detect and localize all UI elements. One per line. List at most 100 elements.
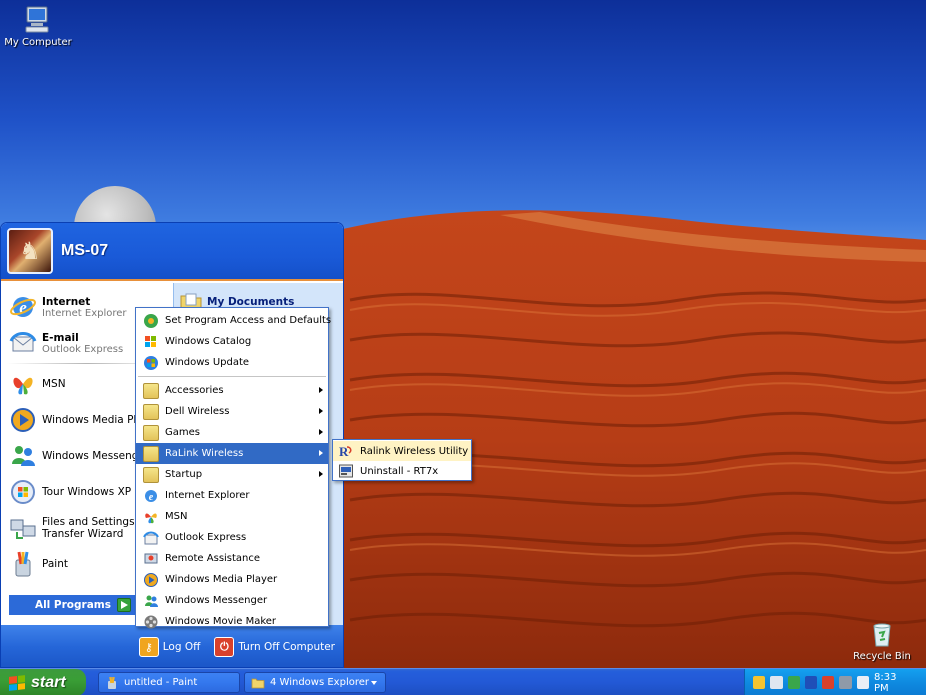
program-games[interactable]: Games (136, 422, 328, 443)
uninstall-rt7x-item[interactable]: Uninstall - RT7x (333, 461, 471, 481)
folder-icon (251, 678, 265, 688)
program-windows-media-player[interactable]: Windows Media Player (136, 569, 328, 590)
paint-icon (15, 551, 31, 577)
program-set-program-access[interactable]: Set Program Access and Defaults (136, 310, 332, 331)
program-label: Windows Messenger (165, 595, 268, 606)
program-group-icon (143, 403, 159, 420)
program-ralink-wireless[interactable]: RaLink Wireless (136, 443, 328, 464)
pinned-subtitle: Outlook Express (42, 343, 124, 355)
program-label: Dell Wireless (165, 406, 230, 417)
program-windows-update[interactable]: Windows Update (136, 352, 328, 373)
recent-title: MSN (42, 378, 66, 390)
program-label: Internet Explorer (165, 490, 250, 501)
volume-icon[interactable] (856, 676, 869, 689)
ralink-wireless-submenu: R Ralink Wireless Utility Uninstall - RT… (332, 439, 472, 481)
user-avatar[interactable]: ♞ (7, 228, 53, 274)
windows-flag-icon (9, 674, 25, 691)
taskbar-button-paint[interactable]: untitled - Paint (98, 672, 240, 693)
desktop-icon-my-computer[interactable]: My Computer (0, 4, 76, 48)
svg-text:e: e (149, 492, 154, 503)
program-group-icon (143, 466, 159, 483)
desktop-icon-label: Recycle Bin (853, 651, 911, 662)
network-connection-icon[interactable] (770, 676, 783, 689)
all-programs-label: All Programs (34, 599, 111, 611)
recent-title: Tour Windows XP (42, 486, 132, 498)
task-label: 4 Windows Explorer (270, 677, 369, 688)
program-label: Windows Media Player (165, 574, 278, 585)
recycle-bin-icon (873, 623, 891, 647)
key-icon: ⚷ (138, 637, 159, 657)
program-access-icon (144, 313, 158, 328)
program-startup[interactable]: Startup (136, 464, 328, 485)
outlook-express-icon (143, 531, 159, 544)
program-windows-catalog[interactable]: Windows Catalog (136, 331, 328, 352)
recent-title: Windows Messenger (42, 450, 150, 462)
all-programs-button[interactable]: All Programs (9, 595, 135, 615)
program-group-icon (143, 382, 159, 399)
clock[interactable]: 8:33 PM (874, 672, 912, 694)
program-label: Games (165, 427, 200, 438)
messenger-icon (12, 446, 35, 466)
messenger-icon (145, 595, 158, 607)
program-label: Windows Update (165, 357, 250, 368)
safely-remove-hardware-icon[interactable] (839, 676, 852, 689)
wireless-signal-icon[interactable] (787, 676, 800, 689)
start-label: start (31, 673, 66, 691)
program-outlook-express[interactable]: Outlook Express (136, 527, 328, 548)
movie-maker-icon (144, 615, 158, 628)
ralink-wireless-utility-item[interactable]: R Ralink Wireless Utility (333, 441, 471, 461)
pinned-subtitle: Internet Explorer (42, 307, 127, 319)
msn-butterfly-icon (13, 377, 33, 395)
ralink-item-label: Ralink Wireless Utility (360, 445, 469, 457)
system-tray: 8:33 PM (744, 669, 926, 695)
power-icon: ⏻ (214, 637, 235, 657)
uninstall-icon (339, 464, 353, 478)
pinned-title: E-mail (42, 331, 79, 344)
media-player-icon (144, 572, 158, 587)
ralink-item-label: Uninstall - RT7x (360, 465, 439, 477)
dell-wireless-icon[interactable] (804, 676, 818, 689)
program-remote-assistance[interactable]: Remote Assistance (136, 548, 328, 569)
all-programs-menu: Set Program Access and Defaults Windows … (135, 307, 332, 628)
recent-title: Paint (42, 558, 68, 570)
turn-off-button[interactable]: ⏻ Turn Off Computer (214, 637, 335, 657)
program-label: Startup (165, 469, 203, 480)
internet-explorer-icon: e (10, 297, 36, 317)
antivirus-icon[interactable] (822, 676, 835, 689)
program-label: MSN (165, 511, 188, 522)
green-arrow-icon (117, 598, 131, 612)
outlook-express-icon (9, 332, 37, 352)
windows-catalog-icon (145, 335, 156, 347)
program-label: Windows Movie Maker (165, 616, 277, 627)
program-windows-messenger[interactable]: Windows Messenger (136, 590, 328, 611)
media-player-icon (11, 408, 35, 432)
user-name: MS-07 (61, 242, 109, 259)
my-computer-icon (25, 6, 49, 33)
desktop-icon-label: My Computer (4, 37, 72, 48)
start-button[interactable]: start (0, 669, 86, 695)
program-accessories[interactable]: Accessories (136, 380, 328, 401)
tour-windows-icon (11, 480, 35, 504)
program-label: Accessories (165, 385, 224, 396)
program-label: Outlook Express (165, 532, 247, 543)
ralink-logo-icon: R (339, 444, 352, 459)
program-label: RaLink Wireless (165, 448, 244, 459)
svg-text:R: R (339, 444, 349, 459)
program-label: Remote Assistance (165, 553, 261, 564)
log-off-button[interactable]: ⚷ Log Off (138, 637, 200, 657)
turn-off-label: Turn Off Computer (238, 641, 335, 653)
desktop-icon-recycle-bin[interactable]: Recycle Bin (844, 620, 920, 662)
program-windows-movie-maker[interactable]: Windows Movie Maker (136, 611, 328, 632)
security-shield-icon[interactable] (753, 676, 766, 689)
programs-separator (138, 376, 326, 377)
program-label: Windows Catalog (165, 336, 252, 347)
taskbar-button-windows-explorer-group[interactable]: 4 Windows Explorer (244, 672, 386, 693)
program-label: Set Program Access and Defaults (165, 315, 332, 326)
internet-explorer-icon: e (145, 489, 157, 503)
program-msn[interactable]: MSN (136, 506, 328, 527)
program-group-icon (143, 445, 159, 462)
program-internet-explorer[interactable]: e Internet Explorer (136, 485, 328, 506)
transfer-wizard-icon (10, 519, 36, 539)
task-label: untitled - Paint (124, 677, 198, 688)
program-dell-wireless[interactable]: Dell Wireless (136, 401, 328, 422)
